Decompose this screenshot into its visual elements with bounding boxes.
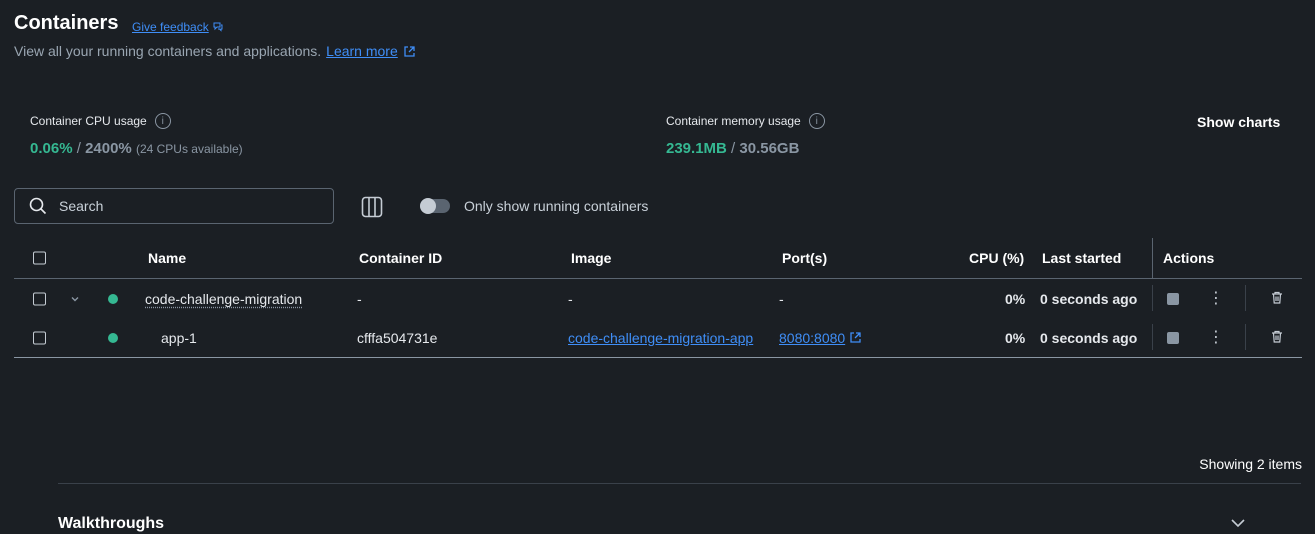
port-link[interactable]: 8080:8080 xyxy=(779,330,862,346)
more-vert-icon[interactable]: ⋮ xyxy=(1208,290,1224,307)
container-name[interactable]: app-1 xyxy=(161,330,197,346)
give-feedback-label: Give feedback xyxy=(132,20,209,34)
cpu-usage-label: Container CPU usage xyxy=(30,114,147,128)
memory-usage-label: Container memory usage xyxy=(666,114,801,128)
search-icon xyxy=(29,197,47,215)
external-link-icon xyxy=(404,45,415,57)
columns-button[interactable] xyxy=(360,195,384,219)
table-row[interactable]: code-challenge-migration - - - 0% 0 seco… xyxy=(14,279,1302,318)
column-header-last-started[interactable]: Last started xyxy=(1042,250,1121,266)
column-header-cpu[interactable]: CPU (%) xyxy=(969,250,1024,266)
learn-more-link[interactable]: Learn more xyxy=(326,43,398,59)
column-header-container-id[interactable]: Container ID xyxy=(359,250,442,266)
container-cpu: 0% xyxy=(1005,290,1026,307)
give-feedback-link[interactable]: Give feedback xyxy=(132,20,224,34)
running-only-label: Only show running containers xyxy=(464,198,649,214)
expand-chevron-button[interactable] xyxy=(70,291,80,307)
column-header-image[interactable]: Image xyxy=(571,250,611,266)
memory-total: 30.56GB xyxy=(739,140,800,157)
cpu-used: 0.06% xyxy=(30,140,73,157)
page-title: Containers xyxy=(14,12,119,34)
port-mapping[interactable]: 8080:8080 xyxy=(779,330,845,346)
search-input[interactable] xyxy=(57,197,311,215)
container-cpu: 0% xyxy=(1005,329,1026,346)
columns-icon xyxy=(361,196,383,218)
walkthroughs-heading[interactable]: Walkthroughs xyxy=(58,515,164,533)
container-ports: - xyxy=(779,290,784,307)
cpu-total: 2400% xyxy=(85,140,132,157)
stop-icon[interactable] xyxy=(1167,292,1179,305)
table-header: Name Container ID Image Port(s) CPU (%) … xyxy=(14,238,1302,279)
section-divider xyxy=(58,483,1301,484)
running-only-toggle[interactable] xyxy=(420,198,450,214)
row-checkbox[interactable] xyxy=(33,292,46,305)
container-last-started: 0 seconds ago xyxy=(1040,290,1138,307)
info-icon[interactable]: i xyxy=(808,113,825,129)
column-header-actions: Actions xyxy=(1163,250,1215,266)
actions-divider xyxy=(1152,324,1153,350)
memory-used: 239.1MB xyxy=(666,140,727,157)
cpu-usage-label-wrap: Container CPU usage i xyxy=(30,113,171,129)
container-id: cfffa504731e xyxy=(357,329,438,346)
running-status-dot xyxy=(108,332,118,343)
cpu-usage-value: 0.06% / 2400% (24 CPUs available) xyxy=(30,140,243,157)
memory-separator: / xyxy=(726,140,740,157)
memory-usage-value: 239.1MB / 30.56GB xyxy=(666,140,799,157)
table-row[interactable]: app-1 cfffa504731e code-challenge-migrat… xyxy=(14,318,1302,358)
container-image-link[interactable]: code-challenge-migration-app xyxy=(568,330,753,346)
info-icon[interactable]: i xyxy=(154,113,171,129)
container-image: - xyxy=(568,290,573,307)
actions-divider xyxy=(1152,285,1153,311)
toggle-knob xyxy=(420,198,436,214)
running-status-dot xyxy=(108,293,118,304)
column-header-ports[interactable]: Port(s) xyxy=(782,250,827,266)
trash-icon[interactable] xyxy=(1270,329,1284,346)
containers-table: Name Container ID Image Port(s) CPU (%) … xyxy=(14,238,1302,358)
container-last-started: 0 seconds ago xyxy=(1040,329,1138,346)
more-vert-icon[interactable]: ⋮ xyxy=(1208,329,1224,346)
search-box[interactable] xyxy=(14,188,334,224)
cpu-separator: / xyxy=(72,140,86,157)
container-id: - xyxy=(357,290,362,307)
column-header-name[interactable]: Name xyxy=(148,250,186,266)
feedback-icon xyxy=(213,22,223,32)
stop-icon[interactable] xyxy=(1167,331,1179,344)
row-divider xyxy=(1245,285,1246,311)
page-subtitle: View all your running containers and app… xyxy=(14,43,416,59)
row-checkbox[interactable] xyxy=(33,331,46,344)
cpu-note: (24 CPUs available) xyxy=(135,142,243,156)
chevron-down-icon xyxy=(71,296,79,301)
item-count: Showing 2 items xyxy=(1199,456,1302,472)
actions-divider xyxy=(1152,238,1153,278)
chevron-down-icon xyxy=(1231,519,1245,528)
walkthroughs-toggle[interactable] xyxy=(1230,516,1246,534)
show-charts-button[interactable]: Show charts xyxy=(1197,114,1280,130)
select-all-checkbox[interactable] xyxy=(33,251,46,265)
memory-usage-label-wrap: Container memory usage i xyxy=(666,113,825,129)
external-link-icon xyxy=(850,332,861,343)
subtitle-text: View all your running containers and app… xyxy=(14,43,322,59)
container-name[interactable]: code-challenge-migration xyxy=(145,291,302,307)
trash-icon[interactable] xyxy=(1270,290,1284,307)
row-divider xyxy=(1245,324,1246,350)
